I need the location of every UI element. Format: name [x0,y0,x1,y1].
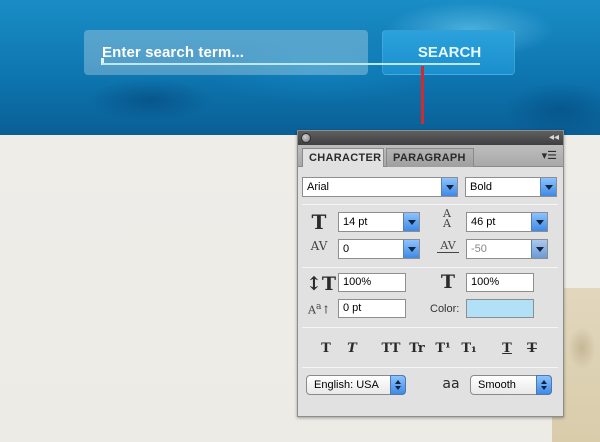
chevron-down-icon[interactable] [403,213,419,231]
superscript-button[interactable]: T¹ [432,339,454,359]
vertical-scale-icon: ↕T [306,273,337,295]
search-input-placeholder: Enter search term... [102,44,245,61]
chevron-down-icon[interactable] [540,178,556,196]
panel-titlebar[interactable]: ◂◂ [298,131,563,145]
kerning-value: 0 [343,243,350,255]
underline-button[interactable]: T [497,339,517,359]
color-label: Color: [430,303,460,315]
language-select[interactable]: English: USA [306,375,406,395]
panel-tab-bar: CHARACTER PARAGRAPH ▾☰ [298,145,563,167]
tracking-value: -50 [471,243,487,255]
text-color-swatch[interactable] [466,299,534,318]
divider [302,204,558,205]
all-caps-button[interactable]: TT [378,339,404,359]
font-style-value: Bold [470,181,493,193]
font-size-value: 14 pt [343,216,368,228]
chevron-down-icon[interactable] [441,178,457,196]
vertical-scale-input[interactable]: 100% [338,273,406,292]
font-family-value: Arial [307,181,330,193]
search-button[interactable]: SEARCH [382,30,515,75]
tracking-select[interactable]: -50 [466,239,548,259]
tab-character[interactable]: CHARACTER [302,148,384,167]
language-value: English: USA [314,379,379,391]
faux-bold-button[interactable]: T [316,339,336,359]
leading-icon: AA [443,207,451,230]
antialias-select[interactable]: Smooth [470,375,552,395]
chevron-updown-icon[interactable] [390,375,406,395]
font-style-select[interactable]: Bold [465,177,557,197]
baseline-guide [102,63,480,65]
leading-select[interactable]: 46 pt [466,212,548,232]
small-caps-button[interactable]: Tr [406,339,428,359]
tracking-icon: AV [437,239,459,253]
leading-value: 46 pt [471,216,496,228]
font-size-icon: T [311,210,327,234]
baseline-shift-icon: Aa↑ [308,301,331,317]
font-family-select[interactable]: Arial [302,177,458,197]
divider [302,367,558,368]
horizontal-scale-input[interactable]: 100% [466,273,534,292]
chevron-down-icon[interactable] [531,213,547,231]
divider [302,327,558,328]
search-button-label: SEARCH [417,44,482,61]
collapse-icon[interactable]: ◂◂ [549,131,559,145]
panel-menu-icon[interactable]: ▾☰ [542,149,557,162]
kerning-select[interactable]: 0 [338,239,420,259]
character-panel: ◂◂ CHARACTER PARAGRAPH ▾☰ Arial Bold T 1… [297,130,564,417]
red-pointer-line [421,66,424,124]
close-icon[interactable] [301,133,311,143]
kerning-icon: AV [310,239,328,253]
divider [302,267,558,268]
chevron-down-icon[interactable] [403,240,419,258]
antialias-icon: aa [442,376,460,392]
strikethrough-button[interactable]: T [522,339,542,359]
baseline-shift-input[interactable]: 0 pt [338,299,406,318]
tab-paragraph[interactable]: PARAGRAPH [386,148,474,167]
font-size-select[interactable]: 14 pt [338,212,420,232]
subscript-button[interactable]: T₁ [458,339,480,359]
chevron-updown-icon[interactable] [536,375,552,395]
horizontal-scale-icon: T [440,271,456,293]
faux-italic-button[interactable]: T [342,339,362,359]
chevron-down-icon[interactable] [531,240,547,258]
antialias-value: Smooth [478,379,516,391]
